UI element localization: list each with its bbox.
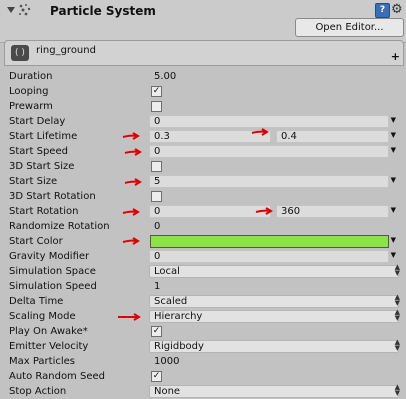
particle-system-icon <box>19 4 31 16</box>
property-label: Start Size <box>9 176 58 187</box>
property-label: Simulation Space <box>9 266 96 277</box>
dropdown-updown-icon: ▲ ▼ <box>394 308 400 322</box>
module-icon: ( ) <box>11 45 29 61</box>
mode-dropdown-icon[interactable]: ▼ <box>391 146 396 154</box>
3d-start-size-checkbox[interactable] <box>151 161 162 172</box>
row-start-delay: Start Delay 0 ▼ <box>4 114 404 129</box>
row-start-rotation: Start Rotation 0 360 ▼ <box>4 204 404 219</box>
property-label: Start Lifetime <box>9 131 78 142</box>
play-on-awake-checkbox[interactable]: ✓ <box>151 326 162 337</box>
row-start-speed: Start Speed 0 ▼ <box>4 144 404 159</box>
start-delay-field[interactable]: 0 <box>149 115 389 128</box>
auto-random-seed-checkbox[interactable]: ✓ <box>151 371 162 382</box>
property-label: Auto Random Seed <box>9 371 105 382</box>
row-gravity-modifier: Gravity Modifier 0 ▼ <box>4 249 404 264</box>
scaling-mode-dropdown[interactable]: Hierarchy <box>149 310 399 323</box>
row-simulation-speed: Simulation Speed 1 <box>4 279 404 294</box>
mode-dropdown-icon[interactable]: ▼ <box>391 131 396 139</box>
property-label: Delta Time <box>9 296 64 307</box>
property-label: Max Particles <box>9 356 76 367</box>
red-annotation-arrow-icon <box>124 148 142 156</box>
start-size-field[interactable]: 5 <box>149 175 389 188</box>
help-icon[interactable]: ? <box>375 3 390 18</box>
dropdown-updown-icon: ▲ ▼ <box>394 338 400 352</box>
property-label: Randomize Rotation <box>9 221 110 232</box>
mode-dropdown-icon[interactable]: ▼ <box>391 176 396 184</box>
red-annotation-arrow-icon <box>122 132 140 140</box>
row-duration: Duration 5.00 <box>4 69 404 84</box>
prewarm-checkbox[interactable] <box>151 101 162 112</box>
row-start-size: Start Size 5 ▼ <box>4 174 404 189</box>
red-annotation-arrow-icon <box>122 237 140 245</box>
property-label: Start Speed <box>9 146 68 157</box>
property-label: Emitter Velocity <box>9 341 89 352</box>
property-label: Start Delay <box>9 116 66 127</box>
row-scaling-mode: Scaling Mode Hierarchy ▲ ▼ <box>4 309 404 324</box>
property-label: Gravity Modifier <box>9 251 90 262</box>
start-color-swatch[interactable] <box>150 235 389 248</box>
property-label: Scaling Mode <box>9 311 76 322</box>
property-label: Duration <box>9 71 53 82</box>
dropdown-updown-icon: ▲ ▼ <box>394 263 400 277</box>
row-auto-random-seed: Auto Random Seed ✓ <box>4 369 404 384</box>
property-label: 3D Start Size <box>9 161 75 172</box>
property-label: Play On Awake* <box>9 326 88 337</box>
row-simulation-space: Simulation Space Local ▲ ▼ <box>4 264 404 279</box>
property-label: 3D Start Rotation <box>9 191 96 202</box>
component-title: Particle System <box>50 4 156 18</box>
emitter-velocity-dropdown[interactable]: Rigidbody <box>149 340 399 353</box>
simulation-speed-field[interactable]: 1 <box>149 280 397 293</box>
red-annotation-arrow-icon <box>251 128 269 136</box>
randomize-rotation-field[interactable]: 0 <box>149 220 397 233</box>
start-rotation-max-field[interactable]: 360 <box>276 205 389 218</box>
open-editor-button[interactable]: Open Editor... <box>295 18 404 37</box>
3d-start-rotation-checkbox[interactable] <box>151 191 162 202</box>
duration-field[interactable]: 5.00 <box>149 70 397 83</box>
dropdown-updown-icon: ▲ ▼ <box>394 293 400 307</box>
max-particles-field[interactable]: 1000 <box>149 355 397 368</box>
red-annotation-arrow-icon <box>124 178 142 186</box>
property-label: Looping <box>9 86 49 97</box>
stop-action-dropdown[interactable]: None <box>149 385 399 398</box>
mode-dropdown-icon[interactable]: ▼ <box>391 206 396 214</box>
property-label: Stop Action <box>9 386 67 397</box>
row-prewarm: Prewarm <box>4 99 404 114</box>
start-rotation-min-field[interactable]: 0 <box>149 205 271 218</box>
row-looping: Looping ✓ <box>4 84 404 99</box>
delta-time-dropdown[interactable]: Scaled <box>149 295 399 308</box>
row-3d-start-rotation: 3D Start Rotation <box>4 189 404 204</box>
row-delta-time: Delta Time Scaled ▲ ▼ <box>4 294 404 309</box>
red-annotation-arrow-icon <box>122 208 140 216</box>
red-annotation-arrow-icon <box>255 207 273 215</box>
row-start-color: Start Color ▼ <box>4 234 404 249</box>
simulation-space-dropdown[interactable]: Local <box>149 265 399 278</box>
module-name: ring_ground <box>36 45 96 56</box>
mode-dropdown-icon[interactable]: ▼ <box>391 116 396 124</box>
looping-checkbox[interactable]: ✓ <box>151 86 162 97</box>
property-label: Start Color <box>9 236 63 247</box>
row-randomize-rotation: Randomize Rotation 0 <box>4 219 404 234</box>
row-3d-start-size: 3D Start Size <box>4 159 404 174</box>
main-module-header[interactable]: ( ) ring_ground + <box>4 40 404 66</box>
property-label: Simulation Speed <box>9 281 97 292</box>
dropdown-updown-icon: ▲ ▼ <box>394 383 400 397</box>
row-emitter-velocity: Emitter Velocity Rigidbody ▲ ▼ <box>4 339 404 354</box>
property-label: Prewarm <box>9 101 53 112</box>
red-annotation-arrow-icon <box>117 313 141 321</box>
row-max-particles: Max Particles 1000 <box>4 354 404 369</box>
row-start-lifetime: Start Lifetime 0.3 0.4 ▼ <box>4 129 404 144</box>
start-speed-field[interactable]: 0 <box>149 145 389 158</box>
gravity-modifier-field[interactable]: 0 <box>149 250 389 263</box>
foldout-arrow-icon[interactable] <box>7 7 15 13</box>
mode-dropdown-icon[interactable]: ▼ <box>391 251 396 259</box>
row-stop-action: Stop Action None ▲ ▼ <box>4 384 404 399</box>
row-play-on-awake: Play On Awake* ✓ <box>4 324 404 339</box>
component-header: Particle System ? ⚙ Open Editor... <box>0 0 406 43</box>
property-label: Start Rotation <box>9 206 79 217</box>
gear-icon[interactable]: ⚙ <box>391 2 403 17</box>
start-lifetime-max-field[interactable]: 0.4 <box>276 130 389 143</box>
mode-dropdown-icon[interactable]: ▼ <box>391 236 396 244</box>
add-module-plus-icon[interactable]: + <box>391 50 400 63</box>
